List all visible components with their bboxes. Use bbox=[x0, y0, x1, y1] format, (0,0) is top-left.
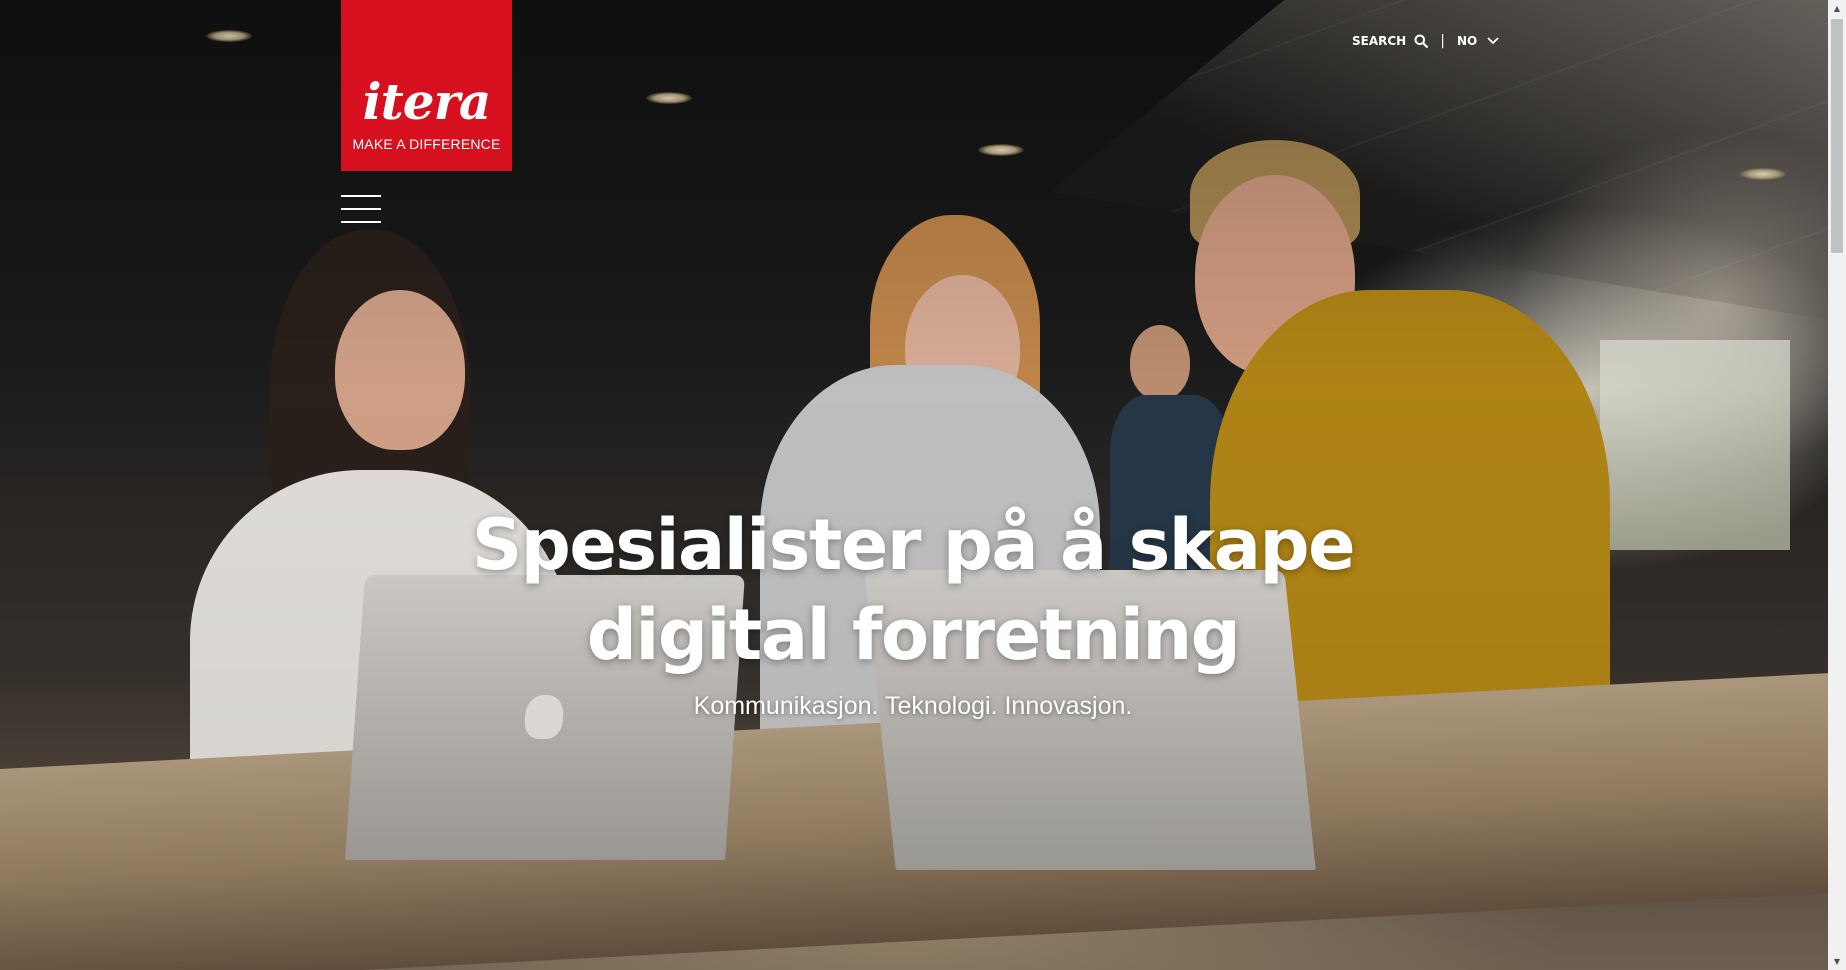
hamburger-menu-icon[interactable] bbox=[341, 195, 381, 225]
hero-overlay bbox=[0, 0, 1828, 970]
search-label: SEARCH bbox=[1352, 34, 1407, 48]
language-selector[interactable]: NO bbox=[1457, 34, 1499, 48]
scroll-down-icon[interactable]: ▼ bbox=[1828, 953, 1846, 970]
hero-headline-line2: digital forretning bbox=[586, 594, 1241, 676]
hero-background-image bbox=[0, 0, 1828, 970]
hamburger-line bbox=[341, 221, 381, 223]
chevron-down-icon bbox=[1487, 37, 1499, 45]
search-icon bbox=[1414, 34, 1429, 48]
hero-headline-line1: Spesialister på å skape bbox=[471, 504, 1356, 586]
scroll-up-icon[interactable]: ▲ bbox=[1828, 0, 1846, 17]
scroll-thumb[interactable] bbox=[1831, 19, 1843, 253]
nav-separator: | bbox=[1440, 33, 1445, 49]
page-scrollbar[interactable]: ▲ ▼ bbox=[1828, 0, 1846, 970]
hamburger-line bbox=[341, 195, 381, 197]
search-button[interactable]: SEARCH bbox=[1352, 34, 1429, 48]
hero-subline: Kommunikasjon. Teknologi. Innovasjon. bbox=[693, 692, 1133, 720]
utility-nav: SEARCH | NO bbox=[1352, 32, 1499, 50]
hero-headline: Spesialister på å skape digital forretni… bbox=[440, 500, 1386, 680]
hamburger-line bbox=[341, 208, 381, 210]
logo-tagline: MAKE A DIFFERENCE bbox=[352, 136, 501, 152]
itera-logo[interactable]: itera MAKE A DIFFERENCE bbox=[341, 0, 512, 171]
logo-wordmark: itera bbox=[362, 72, 492, 131]
language-label: NO bbox=[1456, 34, 1478, 48]
